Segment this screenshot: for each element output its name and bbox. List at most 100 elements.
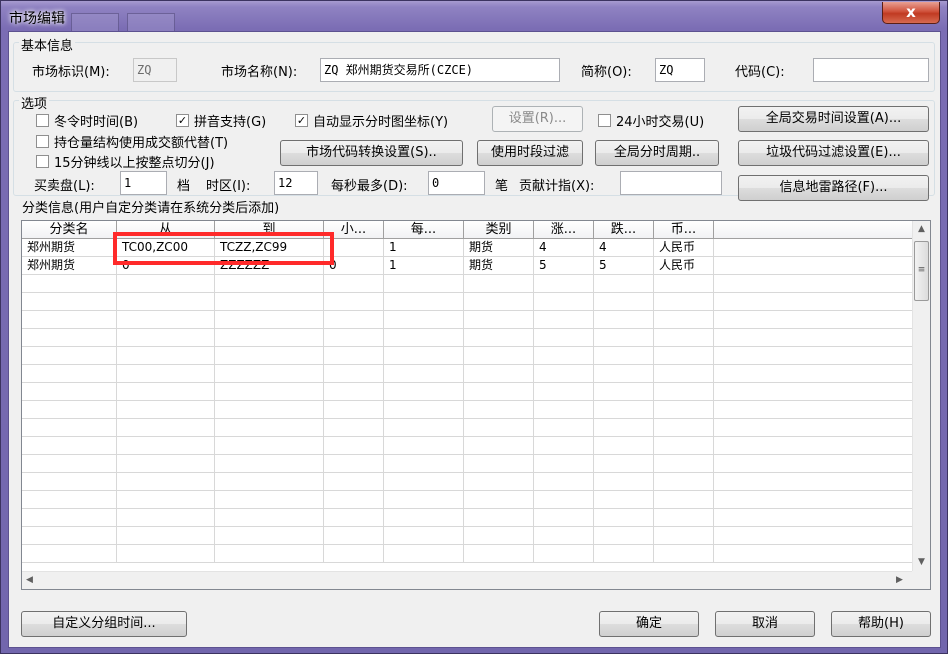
cell-fall[interactable]: 4 [594,239,654,257]
cell-rise[interactable]: 4 [534,239,594,257]
cell-category-name[interactable]: 郑州期货 [22,257,117,275]
empty-cell [117,545,215,563]
code-field[interactable] [813,58,929,82]
empty-cell [22,473,117,491]
empty-cell [654,437,714,455]
timezone-label: 时区(I): [206,179,251,194]
empty-cell [324,419,384,437]
cell-category-name[interactable]: 郑州期货 [22,239,117,257]
empty-cell [117,401,215,419]
cell-fall[interactable]: 5 [594,257,654,275]
market-id-field[interactable]: ZQ [133,58,177,82]
empty-cell [324,509,384,527]
empty-cell [464,383,534,401]
cell-type[interactable]: 期货 [464,257,534,275]
custom-group-time-button[interactable]: 自定义分组时间... [21,611,187,637]
empty-cell [117,329,215,347]
column-header[interactable]: 跌... [594,221,654,239]
help-button[interactable]: 帮助(H) [831,611,931,637]
pinyin-checkbox[interactable]: ✓ 拼音支持(G) [176,111,266,130]
empty-cell [594,419,654,437]
column-header[interactable]: 类别 [464,221,534,239]
column-header[interactable]: 每... [384,221,464,239]
split-15min-checkbox-box [36,155,49,168]
grid-horizontal-scrollbar[interactable]: ◀ ▶ [22,571,912,589]
empty-cell [117,437,215,455]
empty-cell [384,509,464,527]
winter-time-checkbox[interactable]: 冬令时时间(B) [36,111,138,130]
category-grid[interactable]: 分类名 从 到 小... 每... 类别 涨... 跌... 币... 郑州期货… [21,220,931,590]
empty-cell [464,491,534,509]
trading-24h-checkbox[interactable]: 24小时交易(U) [598,111,704,130]
title-bar[interactable]: 市场编辑 x [1,1,947,31]
split-15min-label: 15分钟线以上按整点切分(J) [54,156,215,171]
abbr-field[interactable]: ZQ [655,58,705,82]
column-header[interactable]: 分类名 [22,221,117,239]
empty-cell [117,275,215,293]
empty-cell [117,509,215,527]
empty-cell [22,293,117,311]
global-trade-time-button[interactable]: 全局交易时间设置(A)... [738,106,929,132]
empty-cell [464,455,534,473]
cancel-button[interactable]: 取消 [715,611,815,637]
empty-cell [384,491,464,509]
empty-table-row [22,473,912,491]
settings-button[interactable]: 设置(R)... [492,106,583,132]
scroll-right-arrow-icon[interactable]: ▶ [896,575,903,585]
market-name-field[interactable]: ZQ 郑州期货交易所(CZCE) [320,58,560,82]
auto-axis-checkbox[interactable]: ✓ 自动显示分时图坐标(Y) [295,111,448,130]
global-period-button[interactable]: 全局分时周期.. [595,140,719,166]
empty-cell [324,527,384,545]
timezone-field[interactable]: 12 [274,171,318,195]
empty-table-row [22,365,912,383]
empty-cell [215,275,324,293]
cell-each[interactable]: 1 [384,239,464,257]
empty-cell [324,383,384,401]
scroll-up-arrow-icon[interactable]: ▲ [918,224,925,234]
cell-currency[interactable]: 人民币 [654,239,714,257]
period-filter-button[interactable]: 使用时段过滤 [477,140,583,166]
empty-cell [384,383,464,401]
cell-each[interactable]: 1 [384,257,464,275]
empty-cell [324,311,384,329]
empty-cell [384,293,464,311]
column-header[interactable]: 币... [654,221,714,239]
contribution-field[interactable] [620,171,722,195]
empty-cell [534,383,594,401]
cell-currency[interactable]: 人民币 [654,257,714,275]
market-id-label: 市场标识(M): [32,65,110,80]
empty-cell [464,527,534,545]
pinyin-check-icon: ✓ [176,114,189,127]
grid-vertical-scroll-thumb[interactable]: ≡ [914,241,929,301]
empty-cell [594,365,654,383]
code-convert-button[interactable]: 市场代码转换设置(S).. [280,140,463,166]
grid-vertical-scrollbar[interactable]: ▲ ≡ ▼ [912,221,930,572]
junk-code-filter-button[interactable]: 垃圾代码过滤设置(E)... [738,140,929,166]
scroll-left-arrow-icon[interactable]: ◀ [26,575,33,585]
ok-button[interactable]: 确定 [599,611,699,637]
empty-cell [215,545,324,563]
empty-cell [654,509,714,527]
empty-cell [594,293,654,311]
cell-type[interactable]: 期货 [464,239,534,257]
empty-cell [594,401,654,419]
close-button[interactable]: x [882,2,940,24]
empty-cell [654,491,714,509]
empty-cell [324,365,384,383]
column-header[interactable]: 涨... [534,221,594,239]
buy-sell-label: 买卖盘(L): [34,179,95,194]
position-structure-checkbox-box [36,135,49,148]
empty-cell [464,365,534,383]
position-structure-checkbox[interactable]: 持仓量结构使用成交额代替(T) [36,132,228,151]
per-second-field[interactable]: 0 [428,171,485,195]
empty-cell [215,509,324,527]
buy-sell-field[interactable]: 1 [120,171,167,195]
empty-cell [117,455,215,473]
dialog-client-area: 基本信息 市场标识(M): ZQ 市场名称(N): ZQ 郑州期货交易所(CZC… [8,31,941,648]
info-mine-path-button[interactable]: 信息地雷路径(F)... [738,175,929,201]
scroll-down-arrow-icon[interactable]: ▼ [918,557,925,567]
empty-cell [594,545,654,563]
split-15min-checkbox[interactable]: 15分钟线以上按整点切分(J) [36,152,215,171]
market-name-label: 市场名称(N): [221,65,298,80]
cell-rise[interactable]: 5 [534,257,594,275]
